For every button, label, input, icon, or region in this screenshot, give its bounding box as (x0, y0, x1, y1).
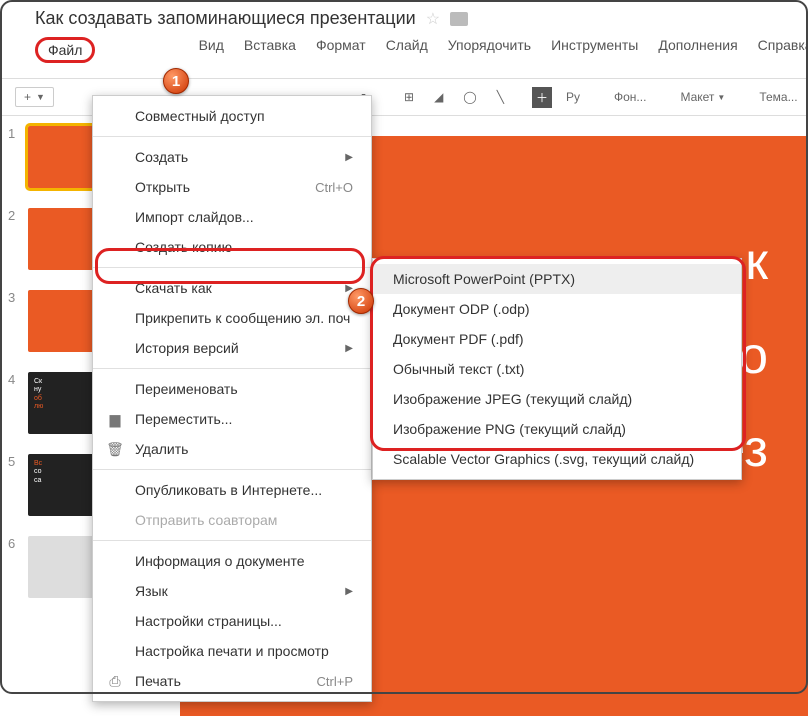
menu-slide[interactable]: Слайд (386, 37, 428, 63)
menu-attach[interactable]: Прикрепить к сообщению эл. поч (93, 303, 371, 333)
layout-button[interactable]: Макет ▼ (674, 87, 731, 107)
shape-icon[interactable]: ◯ (457, 87, 482, 107)
doc-title-row: Как создавать запоминающиеся презентации… (35, 8, 808, 29)
download-as-submenu: Microsoft PowerPoint (PPTX) Документ ODP… (372, 258, 742, 480)
menu-format[interactable]: Формат (316, 37, 366, 63)
menu-view[interactable]: Вид (199, 37, 224, 63)
export-pdf[interactable]: Документ PDF (.pdf) (373, 324, 741, 354)
menu-arrange[interactable]: Упорядочить (448, 37, 531, 63)
menu-insert[interactable]: Вставка (244, 37, 296, 63)
menu-publish[interactable]: Опубликовать в Интернете... (93, 475, 371, 505)
image-icon[interactable]: ◢ (428, 87, 449, 107)
line-icon[interactable]: ╲ (491, 87, 510, 107)
chevron-right-icon: ▶ (345, 343, 353, 354)
menu-page-setup[interactable]: Настройки страницы... (93, 606, 371, 636)
menu-info[interactable]: Информация о документе (93, 546, 371, 576)
star-icon[interactable]: ☆ (426, 9, 440, 29)
annotation-badge-2: 2 (348, 288, 374, 314)
textbox-icon[interactable]: ⊞ (398, 87, 420, 107)
header: Как создавать запоминающиеся презентации… (0, 0, 808, 63)
doc-title[interactable]: Как создавать запоминающиеся презентации (35, 8, 416, 29)
menu-create[interactable]: Создать▶ (93, 142, 371, 172)
menu-copy[interactable]: Создать копию (93, 232, 371, 262)
folder-icon: ▆ (107, 411, 123, 427)
folder-icon[interactable] (450, 12, 468, 26)
export-pptx[interactable]: Microsoft PowerPoint (PPTX) (373, 264, 741, 294)
menu-history[interactable]: История версий▶ (93, 333, 371, 363)
menu-send: Отправить соавторам (93, 505, 371, 535)
menu-download-as[interactable]: Скачать как▶ (93, 273, 371, 303)
menu-file[interactable]: Файл (35, 37, 95, 63)
comment-icon[interactable]: ＋ (532, 87, 552, 108)
menu-language[interactable]: Язык▶ (93, 576, 371, 606)
text-tool[interactable]: Ру (560, 87, 586, 107)
new-slide-button[interactable]: +▼ (15, 87, 54, 107)
print-icon: ⎙ (107, 673, 123, 689)
menu-print-setup[interactable]: Настройка печати и просмотр (93, 636, 371, 666)
menu-open[interactable]: ОткрытьCtrl+O (93, 172, 371, 202)
export-odp[interactable]: Документ ODP (.odp) (373, 294, 741, 324)
chevron-right-icon: ▶ (345, 152, 353, 163)
file-menu-dropdown: Совместный доступ Создать▶ ОткрытьCtrl+O… (92, 95, 372, 702)
menu-print[interactable]: ⎙ПечатьCtrl+P (93, 666, 371, 696)
menu-tools[interactable]: Инструменты (551, 37, 638, 63)
trash-icon: 🗑 (107, 441, 123, 457)
toolbar-button[interactable] (76, 94, 88, 100)
menubar: Файл Изменить Вид Вставка Формат Слайд У… (35, 37, 808, 63)
export-png[interactable]: Изображение PNG (текущий слайд) (373, 414, 741, 444)
annotation-badge-1: 1 (163, 68, 189, 94)
menu-help[interactable]: Справка (758, 37, 808, 63)
theme-button[interactable]: Тема... (753, 87, 803, 107)
menu-delete[interactable]: 🗑Удалить (93, 434, 371, 464)
background-button[interactable]: Фон... (608, 87, 652, 107)
menu-addons[interactable]: Дополнения (658, 37, 737, 63)
menu-move[interactable]: ▆Переместить... (93, 404, 371, 434)
menu-share[interactable]: Совместный доступ (93, 101, 371, 131)
menu-rename[interactable]: Переименовать (93, 374, 371, 404)
export-jpeg[interactable]: Изображение JPEG (текущий слайд) (373, 384, 741, 414)
export-svg[interactable]: Scalable Vector Graphics (.svg, текущий … (373, 444, 741, 474)
chevron-right-icon: ▶ (345, 586, 353, 597)
menu-import[interactable]: Импорт слайдов... (93, 202, 371, 232)
export-txt[interactable]: Обычный текст (.txt) (373, 354, 741, 384)
